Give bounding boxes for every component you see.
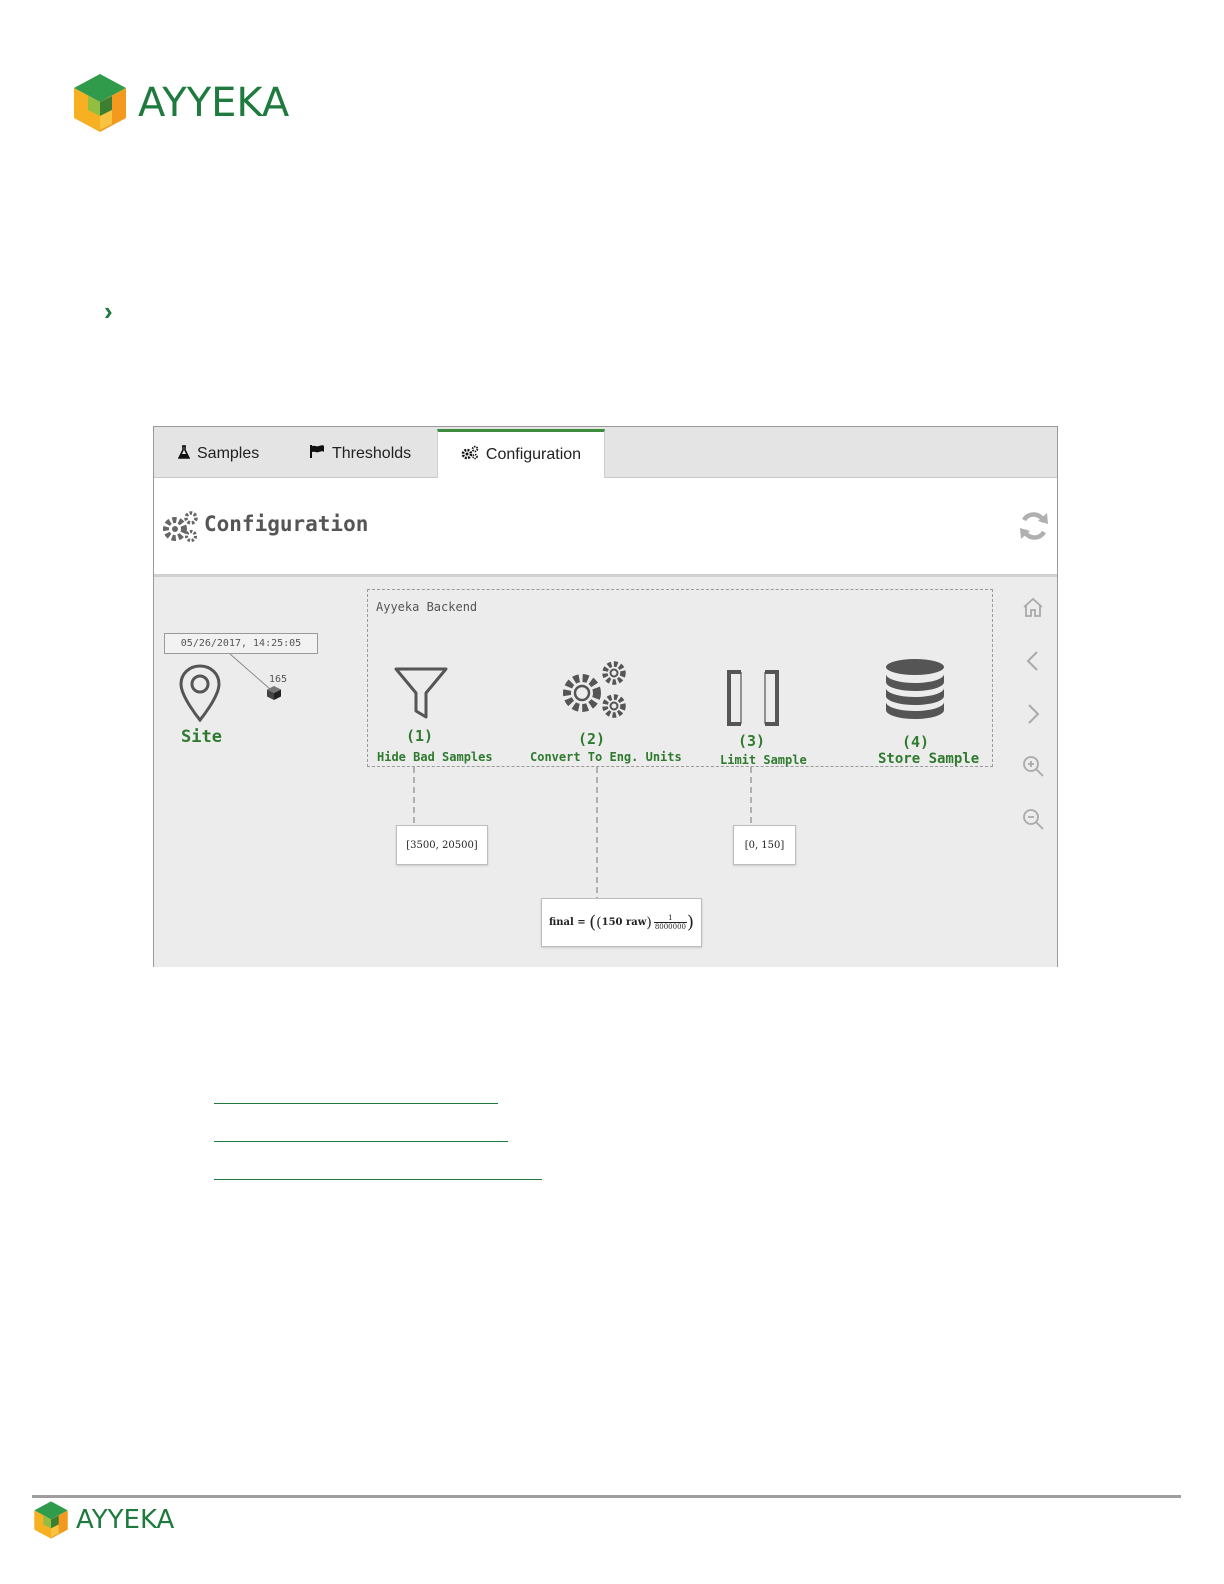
page-header: Configuration — [154, 478, 1057, 577]
document-link[interactable] — [214, 1179, 542, 1180]
param-valid-range[interactable]: [3500, 20500] — [396, 825, 488, 865]
ayyeka-logo-header: AYYEKA — [72, 72, 302, 136]
param-value: [0, 150] — [744, 839, 785, 851]
paren-close: ) — [687, 912, 695, 933]
workflow-diagram: 05/26/2017, 14:25:05 165 Site Ayyeka Bac… — [154, 577, 1057, 967]
tab-thresholds-label: Thresholds — [332, 445, 412, 462]
footer-divider — [32, 1495, 1181, 1498]
brand-name: AYYEKA — [76, 1505, 175, 1535]
formula-prefix: final = — [548, 917, 590, 928]
sample-count: 165 — [269, 674, 288, 685]
brand-name: AYYEKA — [138, 80, 290, 126]
zoom-in-icon[interactable] — [1020, 753, 1046, 779]
formula-inner: 150 raw — [601, 917, 647, 928]
param-conversion-formula[interactable]: final = ( ( 150 raw ) 1 8000000 ) — [541, 898, 702, 947]
paren-open: ( — [589, 912, 597, 933]
step-number: (4) — [902, 733, 930, 751]
flask-icon — [177, 444, 191, 464]
gears-icon[interactable] — [555, 657, 633, 728]
param-limit-range[interactable]: [0, 150] — [733, 825, 796, 865]
tab-configuration-label: Configuration — [485, 446, 582, 463]
step-label-hide-bad-samples: Hide Bad Samples — [377, 750, 493, 764]
tab-samples-label: Samples — [197, 445, 260, 462]
cube-logo-icon — [74, 74, 126, 132]
step-number: (1) — [406, 727, 434, 745]
cube-logo-icon — [34, 1501, 68, 1539]
map-pin-icon[interactable] — [178, 663, 222, 728]
step-number: (3) — [738, 732, 766, 750]
fraction-denominator: 8000000 — [653, 922, 687, 931]
gears-icon — [461, 445, 479, 465]
chevron-right-icon[interactable] — [1020, 701, 1046, 727]
tab-bar: Samples Thresholds Configuration — [154, 427, 1057, 478]
param-value: [3500, 20500] — [406, 839, 478, 851]
document-link[interactable] — [214, 1141, 508, 1142]
ayyeka-logo-footer: AYYEKA — [33, 1500, 183, 1542]
filter-icon[interactable] — [393, 665, 449, 726]
page-title: Configuration — [204, 512, 369, 536]
chevron-right-icon: › — [104, 296, 113, 326]
step-number: (2) — [578, 730, 606, 748]
chevron-left-icon[interactable] — [1020, 648, 1046, 674]
refresh-icon[interactable] — [1018, 510, 1050, 542]
box-icon — [266, 685, 282, 706]
tab-thresholds[interactable]: Thresholds — [310, 431, 411, 477]
home-icon[interactable] — [1020, 595, 1046, 621]
site-label: Site — [181, 727, 222, 747]
zoom-out-icon[interactable] — [1020, 806, 1046, 832]
configuration-screenshot: Samples Thresholds Configuration Configu… — [153, 426, 1058, 967]
step-label-limit-sample: Limit Sample — [720, 753, 807, 767]
tab-samples[interactable]: Samples — [177, 431, 260, 477]
document-link[interactable] — [214, 1103, 498, 1104]
fraction-numerator: 1 — [668, 914, 673, 922]
gears-icon — [162, 510, 200, 544]
step-label-convert-to-eng-units: Convert To Eng. Units — [530, 750, 682, 764]
database-icon[interactable] — [884, 657, 946, 730]
step-label-store-sample: Store Sample — [878, 751, 980, 767]
formula-fraction: 1 8000000 — [653, 914, 687, 931]
backend-label: Ayyeka Backend — [376, 600, 478, 614]
paren-close: ) — [646, 914, 652, 931]
tab-configuration[interactable]: Configuration — [437, 429, 605, 478]
timestamp-label: 05/26/2017, 14:25:05 — [164, 633, 318, 654]
flag-icon — [310, 445, 325, 463]
brackets-icon[interactable] — [725, 669, 781, 732]
